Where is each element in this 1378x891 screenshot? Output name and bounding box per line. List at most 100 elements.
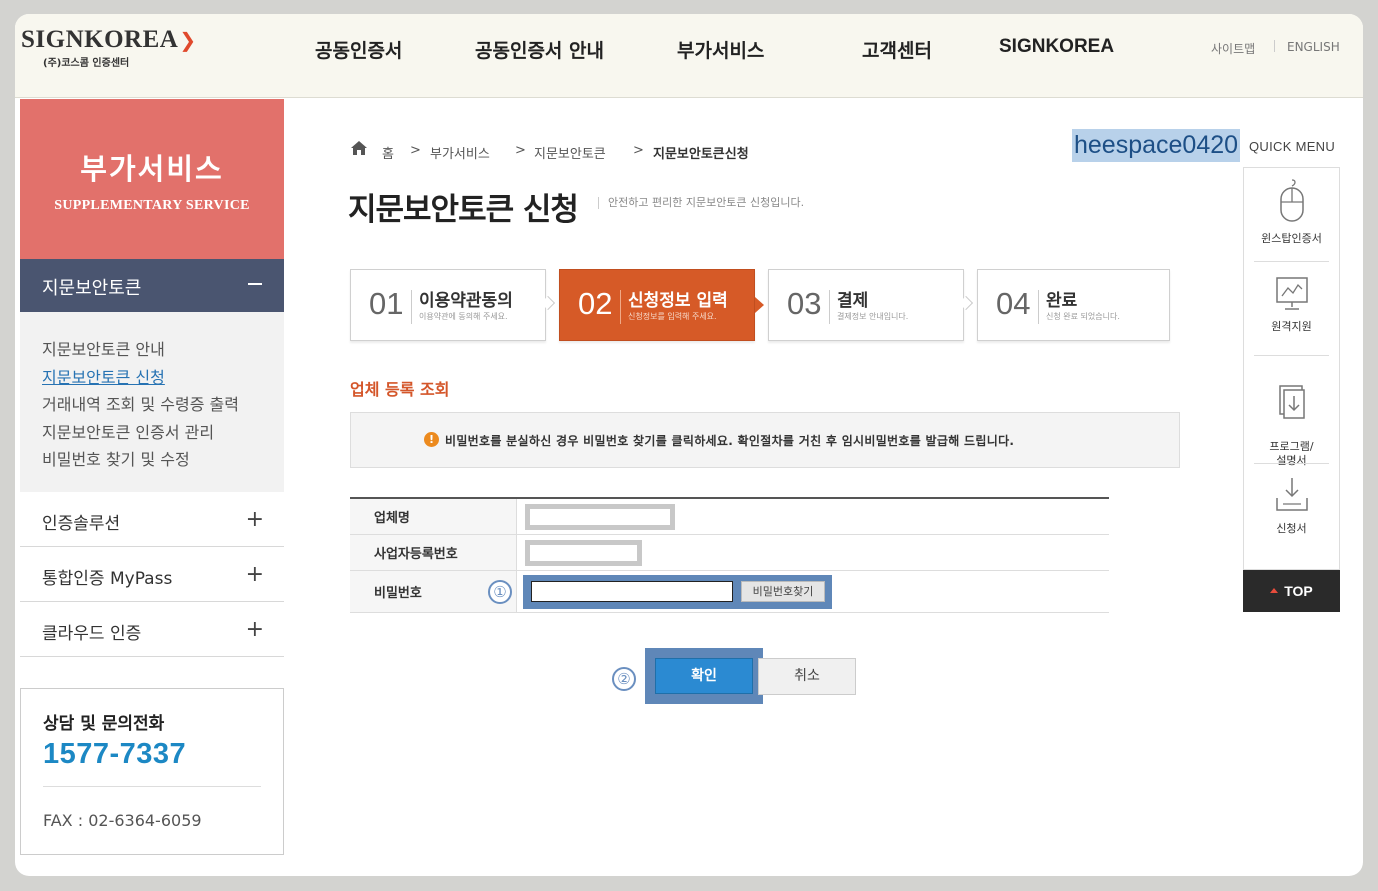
quick-item-label: 윈스탑인증서 — [1261, 232, 1322, 245]
expand-plus-icon[interactable]: + — [246, 619, 264, 641]
step-1: 01 이용약관동의 이용약관에 동의해 주세요. — [350, 269, 556, 341]
breadcrumb-token[interactable]: 지문보안토큰 — [534, 143, 606, 162]
step-label: 완료 — [1046, 291, 1078, 311]
step-arrow-icon — [755, 297, 764, 313]
submenu-password-find[interactable]: 비밀번호 찾기 및 수정 — [42, 446, 284, 474]
quick-program-manual[interactable]: 프로그램/ 설명서 — [1254, 370, 1329, 468]
submenu-token-guide[interactable]: 지문보안토큰 안내 — [42, 336, 284, 364]
step-label: 이용약관동의 — [419, 291, 513, 311]
monitor-chart-icon — [1275, 277, 1308, 310]
step-arrow-icon — [540, 295, 556, 311]
form-row-password: 비밀번호 ① 비밀번호찾기 — [350, 571, 1109, 613]
sidebar-submenu: 지문보안토큰 안내 지문보안토큰 신청 거래내역 조회 및 수령증 출력 지문보… — [20, 312, 284, 492]
annotation-number-2: ② — [612, 667, 636, 691]
submenu-token-apply[interactable]: 지문보안토큰 신청 — [42, 364, 284, 392]
step-number: 01 — [369, 286, 404, 321]
contact-fax: FAX : 02-6364-6059 — [43, 811, 202, 830]
site-header: SIGNKOREA❯ (주)코스콤 인증센터 공동인증서 공동인증서 안내 부가… — [15, 14, 1363, 98]
business-number-value — [530, 545, 637, 561]
contact-box: 상담 및 문의전화 1577-7337 FAX : 02-6364-6059 — [20, 688, 284, 855]
confirm-highlight: 확인 — [645, 648, 763, 704]
company-lookup-form: 업체명 사업자등록번호 비밀번호 ① 비밀번호찾기 — [350, 497, 1109, 613]
breadcrumb-separator: > — [410, 143, 421, 158]
step-number: 02 — [578, 286, 613, 321]
password-input[interactable] — [531, 581, 733, 602]
step-4: 04 완료 신청 완료 되었습니다. — [977, 269, 1170, 341]
cancel-button[interactable]: 취소 — [758, 658, 856, 695]
expand-plus-icon[interactable]: + — [246, 564, 264, 586]
quick-menu-divider — [1254, 261, 1329, 262]
step-arrow-icon — [958, 295, 974, 311]
step-3: 03 결제 결제정보 안내입니다. — [768, 269, 974, 341]
collapse-minus-icon[interactable] — [248, 283, 262, 285]
browser-frame: SIGNKOREA❯ (주)코스콤 인증센터 공동인증서 공동인증서 안내 부가… — [15, 14, 1363, 876]
step-label: 결제 — [837, 291, 869, 311]
step-2: 02 신청정보 입력 신청정보를 입력해 주세요. — [559, 269, 764, 341]
quick-menu-divider — [1254, 355, 1329, 356]
breadcrumb-supplementary[interactable]: 부가서비스 — [430, 143, 490, 162]
contact-phone: 1577-7337 — [43, 738, 187, 770]
bizno-label: 사업자등록번호 — [350, 535, 517, 570]
sidebar-item-label: 클라우드 인증 — [42, 624, 142, 644]
expand-plus-icon[interactable]: + — [246, 509, 264, 531]
scroll-top-button[interactable]: TOP — [1243, 570, 1340, 612]
company-name-field[interactable] — [525, 504, 675, 530]
confirm-button[interactable]: 확인 — [655, 658, 753, 694]
breadcrumb-home[interactable]: 홈 — [382, 143, 394, 162]
left-nav: 부가서비스 SUPPLEMENTARY SERVICE 지문보안토큰 지문보안토… — [20, 99, 284, 657]
util-divider — [1274, 40, 1275, 52]
notice-box: ! 비밀번호를 분실하신 경우 비밀번호 찾기를 클릭하세요. 확인절차를 거친… — [350, 412, 1180, 468]
nav-signkorea[interactable]: SIGNKOREA — [999, 36, 1114, 58]
annotation-number-1: ① — [488, 580, 512, 604]
contact-divider — [43, 786, 261, 787]
nav-customer-center[interactable]: 고객센터 — [862, 36, 932, 63]
password-highlight: 비밀번호찾기 — [523, 575, 832, 609]
quick-winstop-cert[interactable]: 윈스탑인증서 — [1254, 178, 1329, 246]
submenu-history-receipt[interactable]: 거래내역 조회 및 수령증 출력 — [42, 391, 284, 419]
step-number: 03 — [787, 286, 822, 321]
quick-remote-support[interactable]: 원격지원 — [1254, 276, 1329, 334]
logo-chevron-icon: ❯ — [179, 28, 197, 52]
find-password-button[interactable]: 비밀번호찾기 — [741, 581, 825, 602]
submenu-token-cert-manage[interactable]: 지문보안토큰 인증서 관리 — [42, 419, 284, 447]
scroll-top-label: TOP — [1284, 583, 1313, 599]
sidebar-item-mypass[interactable]: 통합인증 MyPass + — [20, 547, 284, 602]
signkorea-logo[interactable]: SIGNKOREA❯ (주)코스콤 인증센터 — [21, 26, 197, 69]
nav-certificate-guide[interactable]: 공동인증서 안내 — [475, 36, 604, 63]
section-hero-subtitle: SUPPLEMENTARY SERVICE — [54, 198, 250, 213]
section-hero-title: 부가서비스 — [80, 152, 224, 186]
sidebar-item-auth-solution[interactable]: 인증솔루션 + — [20, 492, 284, 547]
step-description: 이용약관에 동의해 주세요. — [419, 312, 508, 321]
nav-supplementary[interactable]: 부가서비스 — [677, 36, 764, 63]
quick-menu: 윈스탑인증서 원격지원 프로그램/ 설명서 신청서 — [1243, 167, 1340, 570]
sidebar-item-label: 지문보안토큰 — [42, 278, 142, 299]
up-arrow-icon — [1270, 587, 1279, 593]
logo-text: SIGNKOREA — [21, 26, 179, 53]
breadcrumb-separator: > — [633, 143, 644, 158]
home-icon[interactable] — [350, 140, 368, 156]
form-row-company: 업체명 — [350, 499, 1109, 535]
quick-item-label: 원격지원 — [1271, 320, 1312, 333]
english-link[interactable]: ENGLISH — [1287, 40, 1340, 54]
business-number-field[interactable] — [525, 540, 642, 566]
quick-menu-title: QUICK MENU — [1249, 139, 1336, 154]
sitemap-link[interactable]: 사이트맵 — [1211, 40, 1255, 57]
quick-menu-divider — [1254, 463, 1329, 464]
section-hero: 부가서비스 SUPPLEMENTARY SERVICE — [20, 99, 284, 259]
sidebar-item-fingerprint-token[interactable]: 지문보안토큰 — [20, 259, 284, 312]
quick-item-label: 신청서 — [1276, 522, 1307, 535]
nav-certificate[interactable]: 공동인증서 — [315, 36, 402, 63]
warning-icon: ! — [424, 432, 439, 447]
step-description: 신청정보를 입력해 주세요. — [628, 312, 717, 321]
sidebar-item-label: 통합인증 MyPass — [42, 569, 173, 589]
quick-application-form[interactable]: 신청서 — [1254, 476, 1329, 536]
mouse-icon — [1279, 179, 1304, 222]
company-label: 업체명 — [350, 499, 517, 534]
step-divider — [1038, 290, 1039, 324]
company-name-value — [530, 509, 670, 525]
document-download-icon — [1278, 385, 1305, 419]
sidebar-item-cloud-auth[interactable]: 클라우드 인증 + — [20, 602, 284, 657]
step-divider — [829, 290, 830, 324]
notice-text: 비밀번호를 분실하신 경우 비밀번호 찾기를 클릭하세요. 확인절차를 거친 후… — [445, 434, 1015, 448]
breadcrumb-separator: > — [515, 143, 526, 158]
